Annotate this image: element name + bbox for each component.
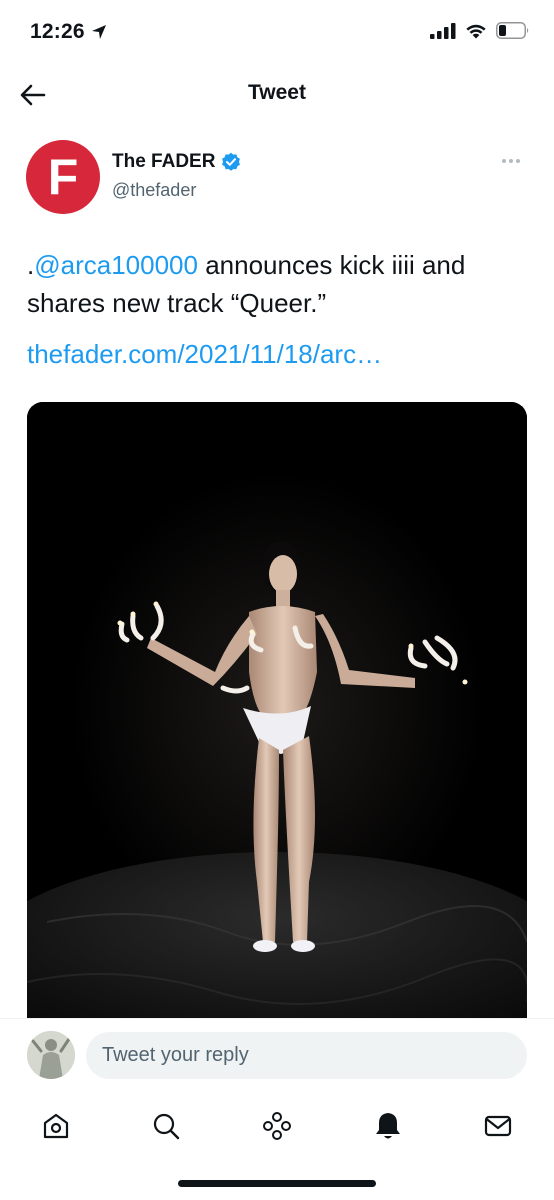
- reply-input[interactable]: Tweet your reply: [86, 1032, 527, 1079]
- search-icon: [153, 1113, 180, 1140]
- status-time: 12:26: [30, 20, 85, 43]
- cellular-signal-icon: [430, 22, 456, 39]
- nav-messages[interactable]: [478, 1106, 518, 1146]
- nav-spaces[interactable]: [257, 1106, 297, 1146]
- nav-notifications[interactable]: [368, 1106, 408, 1146]
- tweet-header: Tweet: [0, 66, 554, 122]
- battery-icon: [496, 22, 529, 39]
- tweet-media-image[interactable]: [27, 402, 527, 1042]
- page-title: Tweet: [248, 81, 306, 104]
- tweet-url-link[interactable]: thefader.com/2021/11/18/arc…: [27, 339, 382, 369]
- author-handle[interactable]: @thefader: [112, 180, 196, 201]
- wifi-icon: [466, 24, 486, 38]
- verified-badge-icon: [222, 152, 241, 171]
- user-avatar[interactable]: [27, 1031, 75, 1079]
- reply-placeholder: Tweet your reply: [102, 1044, 249, 1066]
- tweet-url-container: thefader.com/2021/11/18/arc…: [27, 336, 382, 372]
- notifications-icon: [376, 1113, 400, 1139]
- more-dot-icon: [509, 159, 513, 163]
- status-bar: 12:26: [0, 0, 554, 66]
- status-indicators: [430, 22, 530, 39]
- status-time-group: 12:26: [30, 20, 107, 44]
- more-options-button[interactable]: [502, 156, 524, 166]
- statue-avatar-image: [27, 1031, 75, 1079]
- author-avatar[interactable]: F: [26, 140, 100, 214]
- more-dot-icon: [516, 159, 520, 163]
- media-photo: [27, 402, 527, 1042]
- home-indicator: [178, 1180, 376, 1187]
- tweet-text: .@arca100000 announces kick iiii and sha…: [27, 246, 527, 322]
- nav-search[interactable]: [146, 1106, 186, 1146]
- reply-bar: Tweet your reply: [0, 1018, 554, 1092]
- home-icon: [43, 1113, 69, 1139]
- more-dot-icon: [502, 159, 506, 163]
- nav-home[interactable]: [36, 1106, 76, 1146]
- tweet-author: F The FADER @thefader: [26, 140, 528, 216]
- author-name[interactable]: The FADER: [112, 151, 215, 173]
- location-arrow-icon: [91, 25, 106, 39]
- mention-link[interactable]: @arca100000: [34, 250, 198, 280]
- spaces-icon: [263, 1112, 291, 1140]
- avatar-letter: F: [47, 149, 79, 205]
- messages-icon: [484, 1115, 512, 1137]
- author-name-row: The FADER: [112, 151, 241, 173]
